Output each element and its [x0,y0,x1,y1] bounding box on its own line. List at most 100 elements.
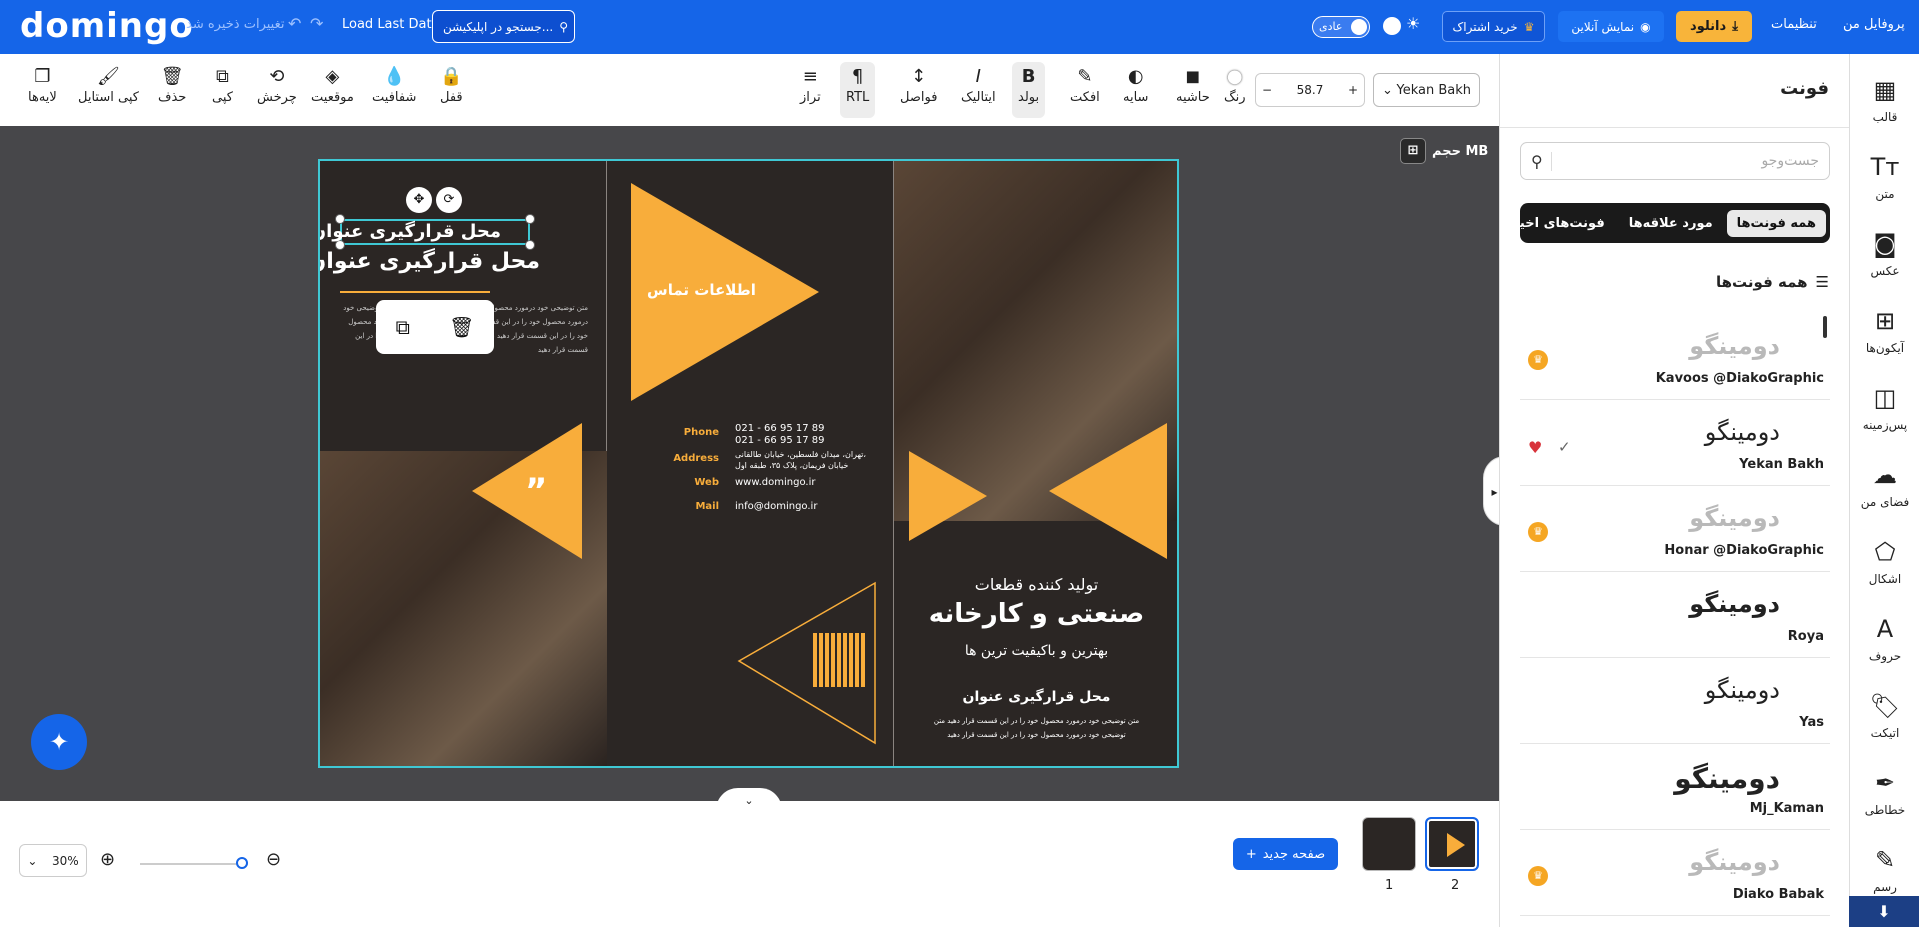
zoom-slider-handle[interactable] [236,857,248,869]
resize-handle[interactable] [525,214,535,224]
font-family-select[interactable]: ⌄ Yekan Bakh [1373,73,1480,107]
online-preview-button[interactable]: نمایش آنلاین ◉ [1558,11,1664,42]
panel1-title-big[interactable]: محل قرارگیری عنوان [320,249,540,274]
brochure-document[interactable]: ” ✥ ⟳ محل قرارگیری عنوان محل قرارگیری عن… [318,159,1179,768]
sidebar-item-letters[interactable]: A حروف [1850,605,1919,675]
app-search-input[interactable]: جستجو در اپلیکیشن... ⚲ [432,10,575,43]
panel3-line5[interactable]: متن توضیحی خود درمورد محصول خود را در ای… [894,717,1177,725]
phone-2[interactable]: 021 - 66 95 17 89 [735,435,825,446]
panel3-line3[interactable]: بهترین و باکیفیت ترین ها [894,643,1177,659]
tool-spacing[interactable]: ↕ فواصل [900,66,937,105]
download-button[interactable]: دانلود ⤓ [1676,11,1752,42]
font-size-value[interactable]: 58.7 [1297,83,1324,97]
panel3-line2[interactable]: صنعتی و کارخانه [894,599,1177,629]
phone-1[interactable]: 021 - 66 95 17 89 [735,423,825,434]
minus-icon[interactable]: − [1256,83,1278,97]
sun-icon[interactable]: ☀ [1406,14,1420,33]
redo-icon[interactable]: ↷ [310,14,323,33]
tab-recent-fonts[interactable]: فونت‌های اخیر [1502,210,1615,237]
tool-lock[interactable]: 🔒 قفل [440,66,463,105]
zoom-out-icon[interactable]: ⊖ [266,849,281,870]
tool-rtl[interactable]: ¶ RTL [840,62,876,118]
zoom-select[interactable]: ⌄ 30% [19,844,87,877]
zoom-slider[interactable] [140,863,248,865]
plus-icon[interactable]: + [1342,83,1364,97]
subscribe-button[interactable]: خرید اشتراک ♛ [1442,11,1545,42]
mode-toggle[interactable]: عادی [1312,16,1370,38]
tool-align[interactable]: ≡ تراز [800,66,821,105]
font-item[interactable]: دومینگو Kavoos @DiakoGraphic ♛ [1520,314,1830,400]
copy-icon[interactable]: ⧉ [396,315,410,339]
text-icon: Tт [1870,153,1900,181]
search-icon[interactable]: ⚲ [1531,151,1552,171]
all-fonts-label: همه فونت‌ها [1716,273,1808,291]
sidebar-item-icons[interactable]: ⊞ آیکون‌ها [1850,297,1919,367]
tool-effect[interactable]: ✎ افکت [1070,66,1100,105]
page-thumbnail-1[interactable] [1362,817,1416,871]
heart-icon[interactable]: ♥ [1528,438,1542,457]
theme-dot[interactable] [1383,17,1401,35]
font-size-stepper[interactable]: − 58.7 + [1255,73,1365,107]
tool-bold[interactable]: B بولد [1012,62,1046,118]
sidebar-item-templates[interactable]: ▦ قالب [1850,66,1919,136]
font-name: Yas [1799,715,1824,730]
tool-delete[interactable]: 🗑 حذف [158,66,186,105]
settings-link[interactable]: تنظیمات [1771,17,1817,32]
font-item[interactable]: دومینگو Roya [1520,572,1830,658]
tool-position[interactable]: ◈ موقعیت [311,66,354,105]
undo-icon[interactable]: ↶ [288,14,301,33]
trash-icon[interactable]: 🗑 [449,315,474,339]
sidebar-item-labels[interactable]: 🏷 اتیکت [1850,682,1919,752]
sidebar-item-my-space[interactable]: ☁ فضای من [1850,451,1919,521]
page-thumbnail-2[interactable] [1425,817,1479,871]
brochure-panel-1[interactable]: ” ✥ ⟳ محل قرارگیری عنوان محل قرارگیری عن… [320,161,607,766]
panel1-title-small[interactable]: محل قرارگیری عنوان [320,221,501,242]
font-item[interactable]: دومینگو Yekan Bakh ♥ ✓ [1520,400,1830,486]
magic-wand-button[interactable]: ✦ [31,714,87,770]
font-item[interactable]: دومینگو Diako Babak ♛ [1520,830,1830,916]
tool-copy[interactable]: ⧉ کپی [212,66,233,105]
font-item[interactable]: دومینگو Honar @DiakoGraphic ♛ [1520,486,1830,572]
tool-shadow[interactable]: ◐ سایه [1123,66,1148,105]
panel3-line4[interactable]: محل قرارگیری عنوان [894,689,1177,705]
new-page-button[interactable]: + صفحه جدید [1233,838,1338,870]
sidebar-item-text[interactable]: Tт متن [1850,143,1919,213]
qr-code[interactable] [813,633,867,687]
tab-all-fonts[interactable]: همه فونت‌ها [1726,209,1826,237]
rotate-icon[interactable]: ⟳ [436,187,462,213]
brochure-panel-2[interactable]: اطلاعات تماس Phone 021 - 66 95 17 89 021… [607,161,894,766]
font-search-input[interactable]: ⚲ جست‌وجو [1520,142,1830,180]
app-logo[interactable]: domingo [20,6,194,46]
sidebar-item-photo[interactable]: ◙ عکس [1850,220,1919,290]
brochure-panel-3[interactable]: تولید کننده قطعات صنعتی و کارخانه بهترین… [894,161,1177,766]
address-1[interactable]: تهران، میدان فلسطین، خیابان طالقانی، [735,450,866,459]
letter-icon: A [1876,615,1894,643]
sidebar-item-calligraphy[interactable]: ✒ خطاطی [1850,759,1919,829]
mail-address[interactable]: info@domingo.ir [735,501,817,512]
address-2[interactable]: خیابان فریمان، پلاک ۳۵، طبقه اول [735,461,848,470]
font-item[interactable]: دومینگو Yas [1520,658,1830,744]
sidebar-scroll-down[interactable]: ⬇ [1849,896,1919,927]
tool-color[interactable]: ● رنگ [1224,66,1246,105]
panel3-line1[interactable]: تولید کننده قطعات [894,575,1177,594]
tool-copy-style[interactable]: 🖌 کپی استایل [78,66,139,105]
profile-link[interactable]: پروفایل من [1843,17,1905,32]
tool-italic[interactable]: I ایتالیک [961,66,996,105]
tool-rotate[interactable]: ⟲ چرخش [257,66,297,105]
zoom-in-icon[interactable]: ⊕ [100,849,115,870]
chevron-down-icon: ⌄ [27,853,38,868]
sidebar-item-background[interactable]: ◫ پس‌زمینه [1850,374,1919,444]
move-icon[interactable]: ✥ [406,187,432,213]
panel3-line6[interactable]: توضیحی خود درمورد محصول خود را در این قس… [894,731,1177,739]
sidebar-item-shapes[interactable]: ⬠ اشکال [1850,528,1919,598]
tool-opacity[interactable]: 💧 شفافیت [372,66,416,105]
tab-favorites[interactable]: مورد علاقه‌ها [1619,210,1723,237]
bottom-collapse-toggle[interactable]: ⌄ [716,788,782,810]
tool-layers[interactable]: ❐ لایه‌ها [28,66,57,105]
font-item[interactable]: دومینگو Mj_Kaman [1520,744,1830,830]
load-last-data-button[interactable]: Load Last Data [342,17,440,32]
web-url[interactable]: www.domingo.ir [735,477,815,488]
tool-border[interactable]: ◼ حاشیه [1176,66,1210,105]
calculator-icon[interactable]: ⊞ [1400,138,1426,164]
contact-title[interactable]: اطلاعات تماس [647,281,756,299]
